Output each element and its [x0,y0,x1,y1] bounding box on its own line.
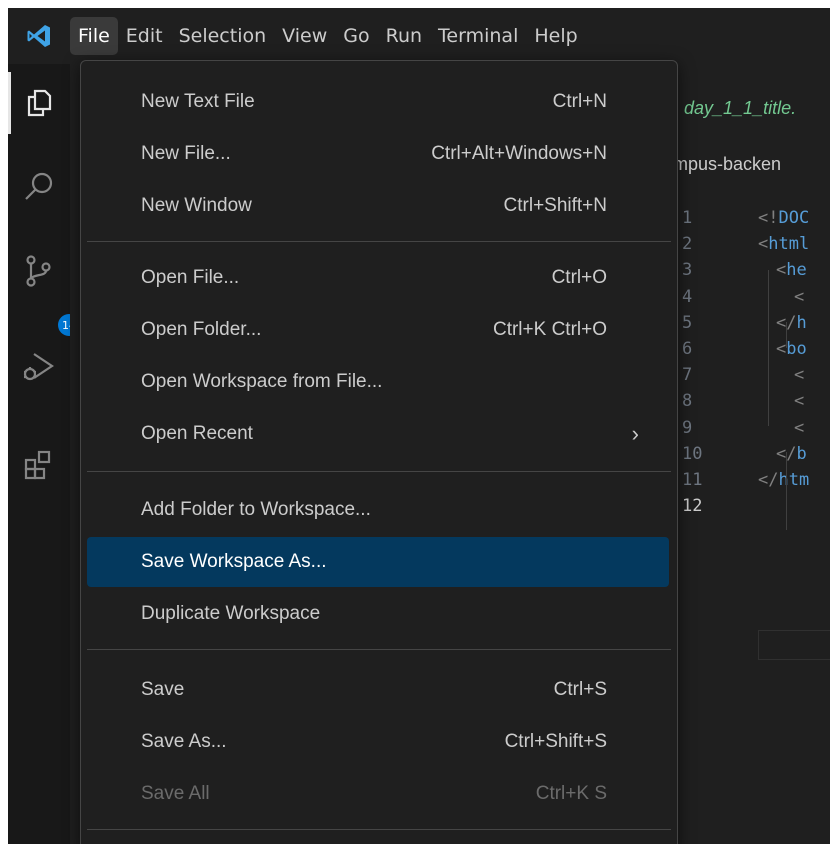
source-control-icon[interactable] [8,240,70,302]
menu-separator [87,471,671,472]
vscode-window: File Edit Selection View Go Run Terminal… [8,8,830,844]
editor-tab-title[interactable]: day_1_1_title. [684,98,796,119]
menu-view[interactable]: View [274,17,335,55]
extensions-icon[interactable] [8,434,70,496]
menu-separator [87,829,671,830]
indent-guide [768,270,769,426]
line-number: 5 [682,312,693,333]
code-line: <html [758,234,810,255]
code-line: </h [776,312,807,333]
chevron-right-icon: › [631,421,639,446]
menu-open-recent[interactable]: Open Recent › [87,409,669,459]
line-number: 11 [682,470,703,490]
line-number: 3 [682,260,693,281]
file-menu-dropdown: New Text File Ctrl+N New File... Ctrl+Al… [80,60,678,844]
menu-file[interactable]: File [70,17,118,55]
menu-terminal[interactable]: Terminal [430,17,526,55]
search-icon[interactable] [8,156,70,218]
menu-bar: File Edit Selection View Go Run Terminal… [8,8,830,64]
code-line: < [794,417,805,438]
line-number: 7 [682,365,693,386]
menu-save[interactable]: Save Ctrl+S [87,665,669,715]
menu-help[interactable]: Help [526,17,585,55]
line-number: 10 [682,443,703,464]
code-line: <he [776,260,807,281]
line-number: 12 [682,496,703,517]
menu-save-as[interactable]: Save As... Ctrl+Shift+S [87,717,669,767]
run-debug-icon[interactable] [8,336,70,398]
code-line: </b [776,443,807,464]
menu-open-folder[interactable]: Open Folder... Ctrl+K Ctrl+O [87,305,669,355]
menu-open-file[interactable]: Open File... Ctrl+O [87,253,669,303]
menu-edit[interactable]: Edit [118,17,171,55]
current-line-highlight [758,630,830,660]
indent-guide [786,322,787,348]
line-number: 4 [682,286,693,307]
menu-separator [87,649,671,650]
line-number: 6 [682,339,693,359]
code-line: < [794,286,805,307]
menu-separator [87,241,671,242]
line-number: 8 [682,391,693,412]
line-number: 1 [682,208,693,228]
menu-open-workspace-from-file[interactable]: Open Workspace from File... [87,357,669,407]
indent-guide [786,452,787,530]
code-line: <!DOC [758,208,810,228]
menu-new-text-file[interactable]: New Text File Ctrl+N [87,77,669,127]
line-number: 9 [682,417,693,438]
code-line: < [794,391,805,412]
code-line: <bo [776,339,807,359]
activity-bar: 14 [8,64,80,844]
line-number: 2 [682,234,693,255]
code-line: </htm [758,470,810,490]
menu-save-workspace-as[interactable]: Save Workspace As... [87,537,669,587]
code-line: < [794,365,805,386]
menu-run[interactable]: Run [378,17,430,55]
menu-go[interactable]: Go [335,17,377,55]
menu-add-folder-to-workspace[interactable]: Add Folder to Workspace... [87,485,669,535]
menu-selection[interactable]: Selection [171,17,275,55]
menu-duplicate-workspace[interactable]: Duplicate Workspace [87,589,669,639]
menu-save-all: Save All Ctrl+K S [141,783,607,804]
breadcrumb[interactable]: ımpus-backen [668,154,781,175]
menu-new-window[interactable]: New Window Ctrl+Shift+N [87,181,669,231]
menu-new-file[interactable]: New File... Ctrl+Alt+Windows+N [87,129,669,179]
vscode-logo-icon [8,8,70,64]
explorer-icon[interactable] [8,72,70,134]
